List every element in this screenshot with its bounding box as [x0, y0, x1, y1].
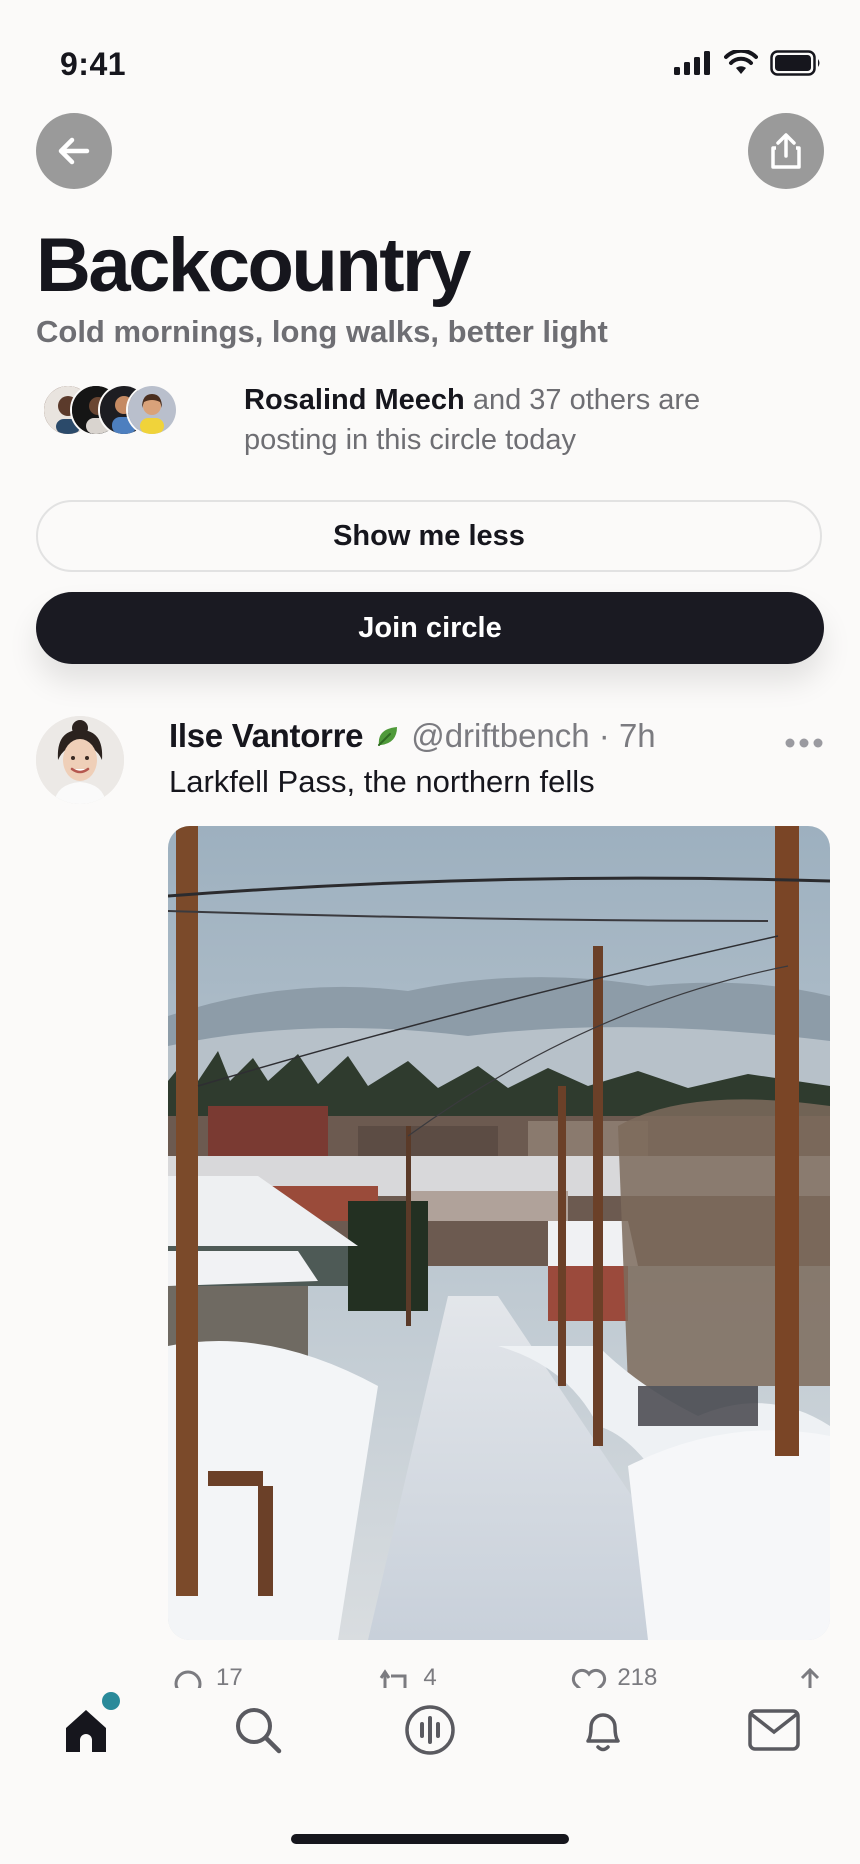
- home-icon: [66, 1710, 106, 1752]
- notification-dot: [102, 1692, 120, 1710]
- tab-home[interactable]: [56, 1702, 116, 1758]
- post-header: Ilse Vantorre @driftbench · 7h: [169, 716, 656, 756]
- more-options-button[interactable]: [784, 736, 824, 754]
- post-image[interactable]: [168, 826, 830, 1640]
- post-author-name[interactable]: Ilse Vantorre: [169, 716, 364, 756]
- show-me-less-button[interactable]: Show me less: [36, 500, 822, 572]
- wifi-icon: [724, 50, 758, 74]
- page-title: Backcountry: [36, 223, 471, 308]
- post-handle-time: @driftbench · 7h: [411, 717, 656, 754]
- share-button[interactable]: [748, 113, 824, 189]
- post-text: Larkfell Pass, the northern fells: [169, 764, 595, 799]
- ellipsis-icon: [785, 738, 823, 748]
- tab-notifications[interactable]: [573, 1702, 633, 1758]
- back-button[interactable]: [36, 113, 112, 189]
- avatar: [126, 384, 178, 436]
- activity-name[interactable]: Rosalind Meech: [244, 384, 465, 416]
- tab-messages[interactable]: [744, 1702, 804, 1758]
- status-icons: [674, 50, 822, 76]
- bell-icon: [586, 1713, 620, 1752]
- snowy-town-photo: [168, 826, 830, 1640]
- circle-activity-text: Rosalind Meech and 37 others are posting…: [244, 380, 784, 460]
- arrow-left-icon: [58, 137, 90, 165]
- leaf-icon: [378, 727, 398, 746]
- post-author-avatar[interactable]: [36, 716, 124, 804]
- search-icon: [236, 1708, 282, 1754]
- member-avatar-stack[interactable]: [42, 384, 192, 436]
- tab-spaces[interactable]: [400, 1702, 460, 1758]
- battery-icon: [770, 50, 820, 76]
- home-indicator[interactable]: [291, 1834, 569, 1844]
- page-subtitle: Cold mornings, long walks, better light: [36, 314, 608, 349]
- share-icon: [771, 133, 801, 169]
- tab-search[interactable]: [228, 1702, 288, 1758]
- join-circle-button[interactable]: Join circle: [36, 592, 824, 664]
- mail-icon: [748, 1709, 800, 1751]
- status-time: 9:41: [60, 46, 127, 82]
- cellular-signal-icon: [674, 51, 710, 75]
- spaces-icon: [405, 1705, 455, 1755]
